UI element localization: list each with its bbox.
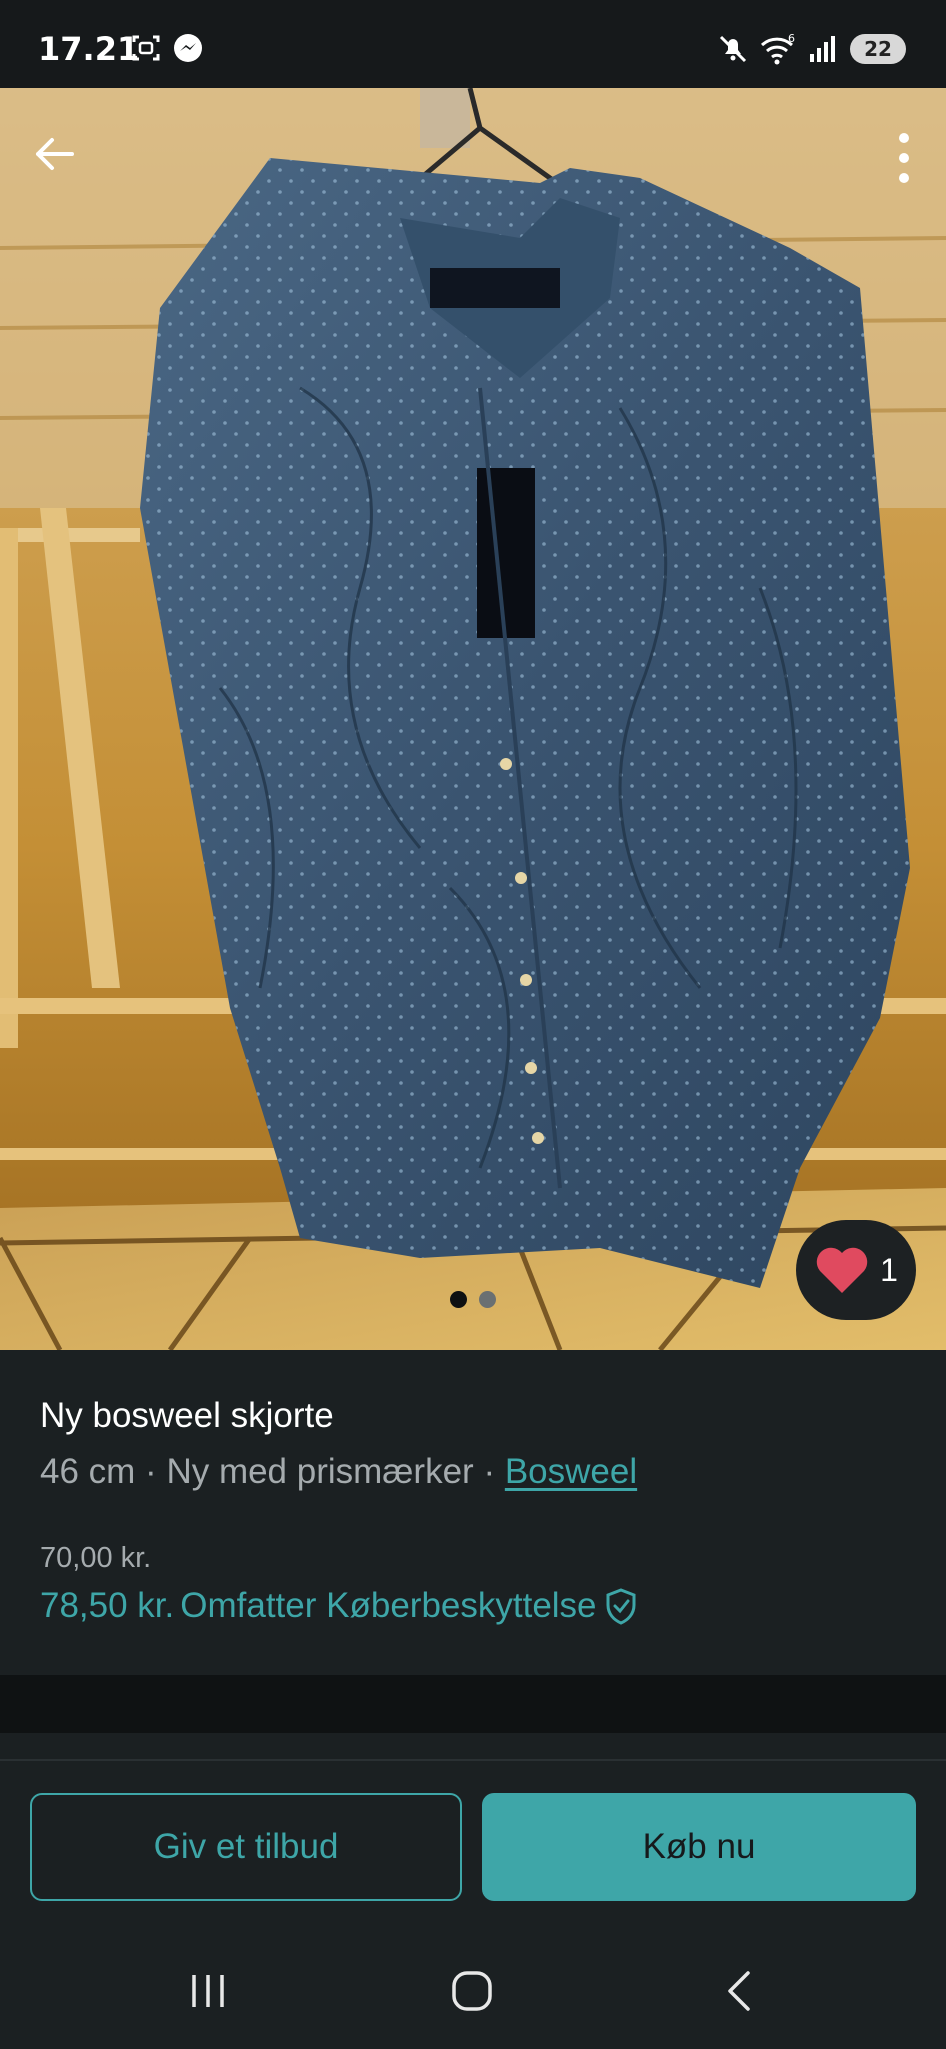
favorite-button[interactable]: 1 (796, 1220, 916, 1320)
item-condition: Ny med prismærker (166, 1452, 474, 1491)
heart-icon (816, 1247, 868, 1293)
action-bar-divider (0, 1759, 946, 1761)
item-meta: 46 cm · Ny med prismærker · Bosweel (40, 1452, 637, 1492)
svg-text:6: 6 (788, 32, 795, 45)
status-time: 17.21 (38, 30, 140, 68)
more-options-button[interactable] (892, 130, 916, 186)
brand-link[interactable]: Bosweel (505, 1452, 637, 1491)
protected-price: 78,50 kr. (40, 1586, 175, 1625)
item-photo[interactable]: 1 (0, 88, 946, 1350)
battery-indicator: 22 (850, 34, 906, 64)
meta-separator: · (483, 1452, 496, 1491)
wifi-icon: 6 (760, 32, 795, 65)
back-icon[interactable] (718, 1969, 762, 2013)
item-price: 70,00 kr. (40, 1542, 152, 1574)
more-vertical-icon (899, 133, 909, 183)
home-icon[interactable] (450, 1969, 494, 2013)
item-size: 46 cm (40, 1452, 136, 1491)
pagination-dot-active[interactable] (450, 1291, 467, 1308)
arrow-left-icon (36, 138, 74, 170)
favorite-count: 1 (880, 1251, 898, 1288)
make-offer-button[interactable]: Giv et tilbud (30, 1793, 462, 1901)
buyer-protection-price[interactable]: 78,50 kr. Omfatter Køberbeskyttelse (40, 1586, 641, 1626)
meta-separator: · (145, 1452, 157, 1491)
shield-check-icon (606, 1588, 636, 1625)
system-navigation-bar (0, 1945, 946, 2035)
photo-pagination (450, 1291, 496, 1308)
item-title: Ny bosweel skjorte (40, 1396, 334, 1435)
item-info-panel: Ny bosweel skjorte 46 cm · Ny med prismæ… (0, 1350, 946, 1675)
back-button[interactable] (28, 128, 80, 180)
messenger-icon (174, 34, 202, 62)
recent-apps-icon[interactable] (186, 1969, 230, 2013)
status-bar: 17.21 6 22 (0, 0, 946, 88)
buy-now-button[interactable]: Køb nu (482, 1793, 916, 1901)
mute-icon (719, 35, 747, 63)
protection-label: Omfatter Køberbeskyttelse (180, 1586, 597, 1625)
screenshot-icon (132, 35, 160, 61)
shirt-photo-image (0, 88, 946, 1350)
section-divider (0, 1675, 946, 1733)
signal-icon (810, 36, 835, 62)
pagination-dot[interactable] (479, 1291, 496, 1308)
